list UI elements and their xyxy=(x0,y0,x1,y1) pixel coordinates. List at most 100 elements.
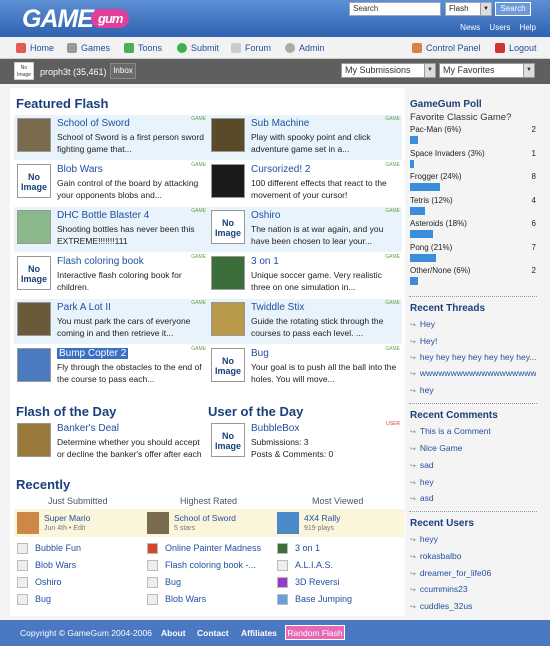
featured-game[interactable]: No Image Oshiro The nation is at war again… xyxy=(208,207,402,252)
game-title[interactable]: 3 on 1 xyxy=(251,256,279,267)
game-thumbnail[interactable] xyxy=(277,512,299,534)
user-link[interactable]: ccummins23 xyxy=(410,584,536,594)
comment-link[interactable]: asd xyxy=(410,493,536,503)
comment-link[interactable]: This is a Comment xyxy=(410,426,536,436)
nav-games[interactable]: Games xyxy=(67,43,110,53)
user-link[interactable]: heyy xyxy=(410,534,536,544)
game-title[interactable]: Banker's Deal xyxy=(57,423,119,434)
no-image-thumbnail[interactable]: No Image xyxy=(211,210,245,244)
news-link[interactable]: News xyxy=(460,23,480,32)
game-description: 100 different effects that react to the … xyxy=(251,178,387,200)
no-image-thumbnail[interactable]: No Image xyxy=(211,348,245,382)
game-title[interactable]: Bump Copter 2 xyxy=(57,348,129,359)
no-image-thumbnail[interactable]: No Image xyxy=(17,256,51,290)
recent-top-title[interactable]: School of Sword xyxy=(174,513,236,523)
game-thumbnail[interactable] xyxy=(211,302,245,336)
featured-game[interactable]: Park A Lot II You must park the cars of e… xyxy=(14,299,208,344)
game-thumbnail[interactable] xyxy=(17,210,51,244)
no-image-thumbnail[interactable]: No Image xyxy=(211,423,245,457)
users-link[interactable]: Users xyxy=(489,23,510,32)
featured-game[interactable]: No Image Blob Wars Gain control of the boa… xyxy=(14,161,208,206)
game-title[interactable]: Park A Lot II xyxy=(57,302,111,313)
main-nav: Home Games Toons Submit Forum Admin Cont… xyxy=(0,37,550,59)
thread-link[interactable]: hey hey hey hey hey hey hey... xyxy=(410,352,536,362)
my-favorites-select[interactable]: My Favorites ▼ xyxy=(439,63,535,78)
comment-link[interactable]: Nice Game xyxy=(410,443,536,453)
poll-bar xyxy=(410,136,418,144)
game-thumbnail[interactable] xyxy=(17,423,51,457)
flash-of-the-day[interactable]: Banker's Deal Determine whether you shoul… xyxy=(14,420,208,465)
game-title[interactable]: Twiddle Stix xyxy=(251,302,304,313)
gear-icon xyxy=(285,43,295,53)
copyright: Copyright © GameGum 2004-2006 xyxy=(20,628,152,638)
game-title[interactable]: Cursorized! 2 xyxy=(251,164,310,175)
site-logo[interactable]: GAME gum xyxy=(22,5,131,34)
username[interactable]: proph3t (35,461) xyxy=(40,67,107,77)
nav-toons[interactable]: Toons xyxy=(124,43,162,53)
game-thumbnail[interactable] xyxy=(17,302,51,336)
nav-logout[interactable]: Logout xyxy=(495,43,537,53)
thread-link[interactable]: Hey! xyxy=(410,336,536,346)
comment-link[interactable]: sad xyxy=(410,460,536,470)
game-thumbnail[interactable] xyxy=(17,512,39,534)
nav-forum[interactable]: Forum xyxy=(231,43,271,53)
game-title[interactable]: Blob Wars xyxy=(57,164,103,175)
featured-game[interactable]: School of Sword School of Sword is a firs… xyxy=(14,115,208,160)
game-title[interactable]: Bug xyxy=(251,348,269,359)
search-input[interactable]: Search xyxy=(349,2,441,16)
game-title[interactable]: Flash coloring book xyxy=(57,256,144,267)
no-image-thumbnail[interactable]: No Image xyxy=(17,164,51,198)
contact-link[interactable]: Contact xyxy=(197,628,229,638)
user-link[interactable]: cuddles_32us xyxy=(410,601,536,611)
recent-top-meta: 919 plays xyxy=(304,525,334,532)
thread-link[interactable]: hey xyxy=(410,385,536,395)
game-thumbnail[interactable] xyxy=(211,164,245,198)
user-link[interactable]: rokasbalbo xyxy=(410,551,536,561)
featured-game[interactable]: Bump Copter 2 Fly through the obstacles t… xyxy=(14,345,208,390)
my-submissions-select[interactable]: My Submissions ▼ xyxy=(341,63,436,78)
nav-control-panel[interactable]: Control Panel xyxy=(412,43,481,53)
game-thumbnail[interactable] xyxy=(211,118,245,152)
featured-game[interactable]: Twiddle Stix Guide the rotating stick thr… xyxy=(208,299,402,344)
nav-submit[interactable]: Submit xyxy=(177,43,219,53)
avatar[interactable]: No Image xyxy=(14,62,34,80)
game-description: Play with spooky point and click adventu… xyxy=(251,132,371,154)
game-thumbnail[interactable] xyxy=(211,256,245,290)
search-type-select[interactable]: Flash ▼ xyxy=(445,2,492,16)
help-link[interactable]: Help xyxy=(520,23,536,32)
nav-control-panel-label: Control Panel xyxy=(426,43,481,53)
game-title[interactable]: DHC Bottle Blaster 4 xyxy=(57,210,149,221)
featured-game[interactable]: Sub Machine Play with spooky point and cl… xyxy=(208,115,402,160)
thread-link[interactable]: Hey xyxy=(410,319,536,329)
about-link[interactable]: About xyxy=(161,628,186,638)
featured-game[interactable]: Cursorized! 2 100 different effects that … xyxy=(208,161,402,206)
featured-game[interactable]: 3 on 1 Unique soccer game. Very realistic… xyxy=(208,253,402,298)
game-title[interactable]: School of Sword xyxy=(57,118,130,129)
comment-link[interactable]: hey xyxy=(410,477,536,487)
affiliates-link[interactable]: Affiliates xyxy=(241,628,277,638)
game-title[interactable]: Sub Machine xyxy=(251,118,309,129)
game-thumbnail[interactable] xyxy=(17,118,51,152)
game-thumbnail[interactable] xyxy=(17,348,51,382)
featured-game[interactable]: No Image Bug Your goal is to push all the … xyxy=(208,345,402,390)
thread-link[interactable]: wwwwwwwwwwwwwwwwwwwwwwww... xyxy=(410,368,536,378)
random-flash-button[interactable]: Random Flash xyxy=(285,625,345,640)
poll-option: Space Invaders (3%) 1 xyxy=(410,149,536,171)
game-thumbnail[interactable] xyxy=(147,512,169,534)
user-name[interactable]: BubbleBox xyxy=(251,423,299,434)
nav-home[interactable]: Home xyxy=(16,43,54,53)
game-description: Guide the rotating stick through the cou… xyxy=(251,316,384,338)
game-title[interactable]: Oshiro xyxy=(251,210,280,221)
user-link[interactable]: dreamer_for_life06 xyxy=(410,568,536,578)
featured-game[interactable]: DHC Bottle Blaster 4 Shooting bottles has… xyxy=(14,207,208,252)
game-icon xyxy=(277,594,288,605)
featured-game[interactable]: No Image Flash coloring book Interactive f… xyxy=(14,253,208,298)
poll-option-label: Space Invaders (3%) xyxy=(410,148,485,158)
nav-admin[interactable]: Admin xyxy=(285,43,325,53)
recent-top-title[interactable]: Super Mario xyxy=(44,513,90,523)
recent-top-title[interactable]: 4X4 Rally xyxy=(304,513,340,523)
user-of-the-day[interactable]: No Image BubbleBox Submissions: 3 Posts & C… xyxy=(208,420,402,465)
search-button[interactable]: Search xyxy=(495,2,531,16)
inbox-button[interactable]: Inbox xyxy=(110,63,136,79)
game-description: Your goal is to push all the ball into t… xyxy=(251,362,397,384)
